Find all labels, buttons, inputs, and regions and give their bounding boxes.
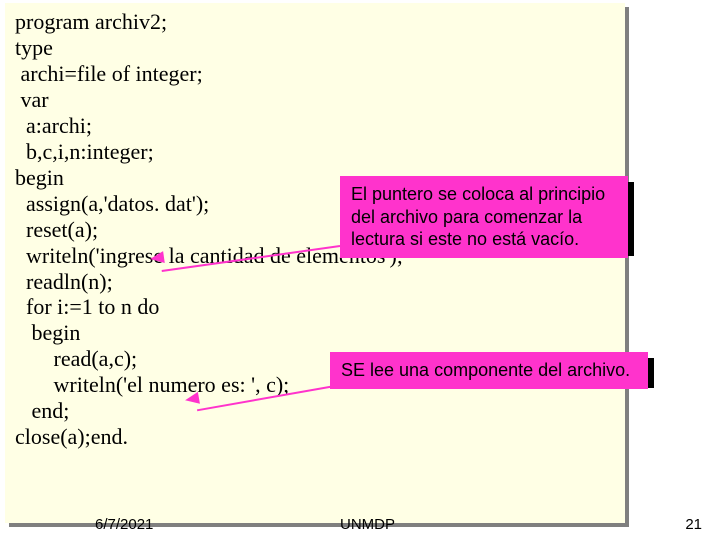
code-line: type (15, 35, 615, 61)
arrow-head-icon (184, 392, 200, 406)
footer-center: UNMDP (340, 516, 395, 533)
code-line: close(a);end. (15, 424, 615, 450)
code-line: program archiv2; (15, 9, 615, 35)
callout-read: SE lee una componente del archivo. (330, 352, 648, 389)
callout-reset: El puntero se coloca al principio del ar… (340, 176, 628, 258)
code-line: end; (15, 398, 615, 424)
footer-date: 6/7/2021 (95, 516, 153, 533)
code-line: a:archi; (15, 113, 615, 139)
code-line: for i:=1 to n do (15, 294, 615, 320)
code-line: var (15, 87, 615, 113)
arrow-head-icon (149, 251, 165, 265)
code-line: readln(n); (15, 269, 615, 295)
code-line: archi=file of integer; (15, 61, 615, 87)
code-block: program archiv2; type archi=file of inte… (5, 3, 625, 523)
code-line: begin (15, 320, 615, 346)
code-line: b,c,i,n:integer; (15, 139, 615, 165)
footer-page-number: 21 (685, 516, 702, 533)
